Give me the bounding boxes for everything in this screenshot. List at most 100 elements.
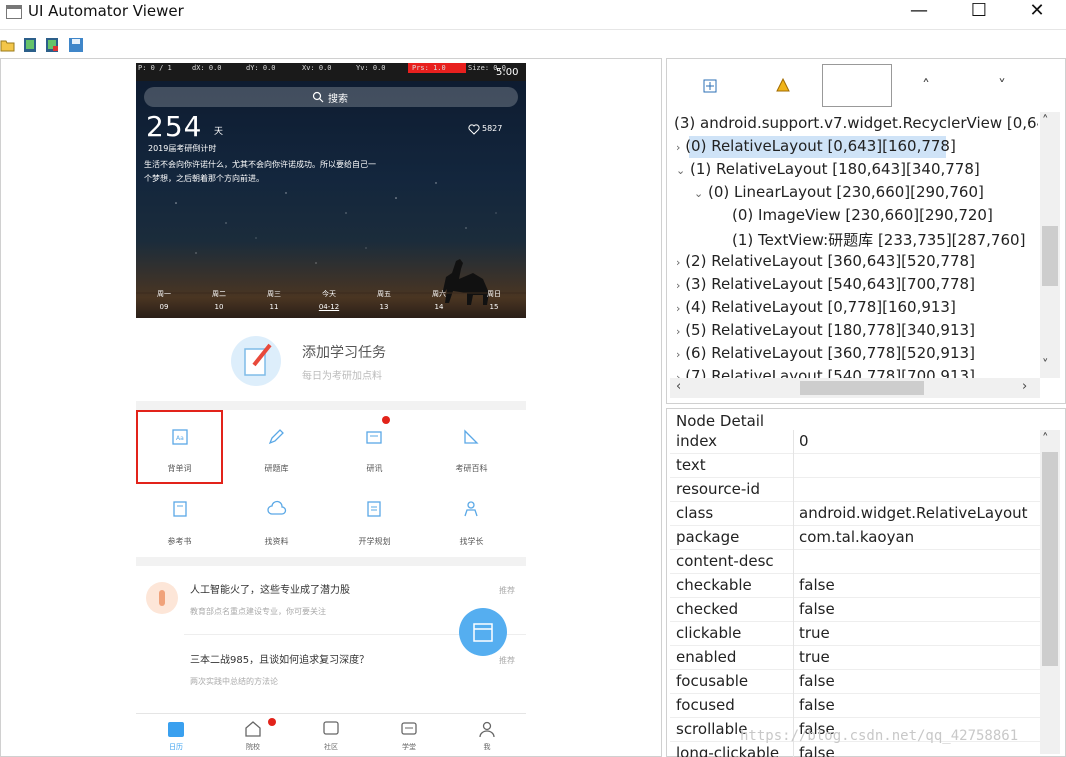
close-button[interactable]: ✕ [1014, 0, 1060, 24]
grid-item-label[interactable]: 研题库 [228, 463, 325, 474]
pressure-readout: Prs: 1.0 [412, 64, 446, 72]
device-screenshot-compressed-icon[interactable] [44, 37, 60, 53]
expand-arrow-icon[interactable]: › [676, 256, 680, 269]
profile-icon[interactable] [478, 720, 496, 738]
triangle-ruler-icon[interactable] [462, 428, 480, 446]
nav-label[interactable]: 我 [457, 742, 517, 752]
detail-row[interactable]: content-desc [670, 550, 1040, 574]
scroll-down-icon[interactable]: ˅ [1042, 358, 1049, 373]
maximize-button[interactable]: ☐ [956, 0, 1002, 24]
week-date: 09 [159, 303, 169, 311]
detail-row[interactable]: index 0 [670, 430, 1040, 454]
detail-row[interactable]: clickable true [670, 622, 1040, 646]
book-icon[interactable] [171, 500, 189, 518]
person-icon[interactable] [462, 500, 480, 518]
device-screenshot-icon[interactable] [22, 37, 38, 53]
tree-node[interactable]: (3) android.support.v7.widget.RecyclerVi… [674, 114, 1038, 132]
feed-title[interactable]: 三本二战985，且谈如何追求复习深度？ [190, 651, 369, 666]
expand-arrow-icon[interactable]: › [676, 302, 680, 315]
grid-item-label[interactable]: 开学规划 [326, 536, 423, 547]
detail-row[interactable]: checked false [670, 598, 1040, 622]
expand-all-icon[interactable] [703, 79, 717, 93]
detail-row[interactable]: enabled true [670, 646, 1040, 670]
scrollbar-thumb[interactable] [1042, 226, 1058, 286]
nav-label[interactable]: 院校 [223, 742, 283, 752]
expand-arrow-icon[interactable]: › [676, 348, 680, 361]
chevron-down-icon[interactable]: ˅ [998, 76, 1006, 95]
week-date: 11 [269, 303, 279, 311]
calendar-icon[interactable] [167, 720, 185, 738]
collapse-arrow-icon[interactable]: ⌄ [694, 187, 703, 200]
tree-node[interactable]: (0) ImageView [230,660][290,720] [732, 206, 993, 224]
expand-arrow-icon[interactable]: › [676, 371, 680, 378]
chat-icon[interactable] [322, 720, 340, 738]
nav-label-active[interactable]: 日历 [146, 742, 206, 752]
tree-node[interactable]: ⌄ (0) LinearLayout [230,660][290,760] [694, 183, 984, 201]
scroll-up-icon[interactable]: ˄ [1042, 114, 1049, 129]
grid-item-label[interactable]: 考研百科 [423, 463, 520, 474]
detail-row[interactable]: checkable false [670, 574, 1040, 598]
school-icon[interactable] [244, 720, 262, 738]
expand-arrow-icon[interactable]: › [676, 325, 680, 338]
dx-readout: dX: 0.0 [192, 64, 222, 72]
scrollbar-thumb[interactable] [800, 381, 924, 395]
week-day[interactable]: 周二 [199, 289, 239, 299]
device-screenshot[interactable]: P: 0 / 1 dX: 0.0 dY: 0.0 Xv: 0.0 Yv: 0.0… [136, 63, 526, 753]
detail-row[interactable]: focusable false [670, 670, 1040, 694]
detail-row[interactable]: package com.tal.kaoyan [670, 526, 1040, 550]
heart-icon[interactable] [468, 124, 480, 135]
detail-row[interactable]: text [670, 454, 1040, 478]
tree-node[interactable]: › (0) RelativeLayout [0,643][160,778] [676, 137, 956, 155]
scroll-up-icon[interactable]: ˄ [1042, 432, 1049, 447]
hierarchy-tree[interactable]: (3) android.support.v7.widget.RecyclerVi… [666, 112, 1038, 378]
detail-vertical-scrollbar[interactable] [1040, 430, 1060, 754]
tree-vertical-scrollbar[interactable] [1040, 112, 1060, 378]
grid-item-label[interactable]: 找资料 [228, 536, 325, 547]
like-count: 5827 [482, 124, 503, 133]
week-day[interactable]: 周一 [144, 289, 184, 299]
cloud-icon[interactable] [267, 500, 287, 518]
scroll-right-icon[interactable]: › [1022, 379, 1027, 394]
week-day-today[interactable]: 今天 [309, 289, 349, 299]
news-icon[interactable] [365, 428, 383, 446]
week-day[interactable]: 周六 [419, 289, 459, 299]
tree-node[interactable]: › (5) RelativeLayout [180,778][340,913] [676, 321, 975, 339]
tree-node[interactable]: › (3) RelativeLayout [540,643][700,778] [676, 275, 975, 293]
detail-row[interactable]: long-clickable false [670, 742, 1040, 757]
expand-arrow-icon[interactable]: › [676, 279, 680, 292]
grid-item-label[interactable]: 找学长 [423, 536, 520, 547]
tree-node[interactable]: › (6) RelativeLayout [360,778][520,913] [676, 344, 975, 362]
nav-label[interactable]: 社区 [301, 742, 361, 752]
clipboard-icon[interactable] [365, 500, 383, 518]
week-day[interactable]: 周三 [254, 289, 294, 299]
tree-node[interactable]: ⌄ (1) RelativeLayout [180,643][340,778] [676, 160, 980, 178]
scrollbar-thumb[interactable] [1042, 452, 1058, 666]
tree-node[interactable]: › (7) RelativeLayout [540,778][700,913] [676, 367, 975, 378]
save-icon[interactable] [68, 37, 84, 53]
chevron-up-icon[interactable]: ˄ [922, 76, 930, 95]
pen-icon[interactable] [267, 428, 285, 446]
tree-horizontal-scrollbar[interactable] [670, 378, 1040, 398]
minimize-button[interactable]: — [896, 0, 942, 24]
grid-item-label[interactable]: 参考书 [136, 536, 228, 547]
detail-row[interactable]: focused false [670, 694, 1040, 718]
search-node-box[interactable] [822, 64, 892, 107]
open-folder-icon[interactable] [0, 37, 16, 53]
warning-icon[interactable] [776, 78, 790, 92]
tree-node[interactable]: › (2) RelativeLayout [360,643][520,778] [676, 252, 975, 270]
detail-row[interactable]: class android.widget.RelativeLayout [670, 502, 1040, 526]
message-icon[interactable] [400, 720, 418, 738]
detail-row[interactable]: resource-id [670, 478, 1040, 502]
week-day[interactable]: 周日 [474, 289, 514, 299]
week-day[interactable]: 周五 [364, 289, 404, 299]
tree-node[interactable]: (1) TextView:研题库 [233,735][287,760] [732, 229, 1025, 250]
scroll-left-icon[interactable]: ‹ [676, 379, 681, 394]
feed-title[interactable]: 人工智能火了，这些专业成了潜力股 [190, 581, 350, 596]
tree-node[interactable]: › (4) RelativeLayout [0,778][160,913] [676, 298, 956, 316]
calendar-fab[interactable] [459, 608, 507, 656]
nav-label[interactable]: 学堂 [379, 742, 439, 752]
touch-status-bar: P: 0 / 1 dX: 0.0 dY: 0.0 Xv: 0.0 Yv: 0.0… [136, 63, 526, 81]
collapse-arrow-icon[interactable]: ⌄ [676, 164, 685, 177]
expand-arrow-icon[interactable]: › [676, 141, 680, 154]
grid-item-label[interactable]: 研讯 [326, 463, 423, 474]
